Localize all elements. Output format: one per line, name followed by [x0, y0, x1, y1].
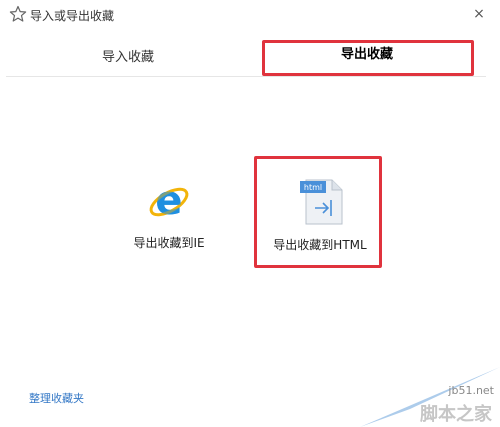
- tab-label: 导入收藏: [101, 50, 154, 65]
- tab-label: 导出收藏: [340, 47, 393, 62]
- export-to-ie-option[interactable]: e e 导出收藏到IE: [124, 176, 214, 258]
- option-label: 导出收藏到IE: [133, 236, 205, 250]
- export-to-html-option[interactable]: html 导出收藏到HTML: [270, 176, 370, 258]
- html-badge-text: html: [304, 183, 322, 192]
- ie-icon: e e: [149, 178, 189, 222]
- tab-bar: 导入收藏 导出收藏: [6, 40, 494, 76]
- svg-text:e: e: [155, 178, 182, 222]
- html-file-icon: html: [300, 179, 343, 225]
- watermark-site: jb51.net: [448, 384, 494, 397]
- option-label: 导出收藏到HTML: [273, 238, 367, 252]
- star-icon: [9, 5, 27, 22]
- tab-export-favorites[interactable]: 导出收藏: [262, 40, 474, 76]
- close-icon: ×: [473, 6, 485, 22]
- watermark-brand: 脚本之家: [420, 404, 492, 425]
- title-bar: 导入或导出收藏 ×: [0, 0, 500, 30]
- tab-divider: [6, 76, 486, 77]
- organize-favorites-link[interactable]: 整理收藏夹: [29, 390, 84, 406]
- tab-import-favorites[interactable]: 导入收藏: [6, 40, 250, 76]
- close-button[interactable]: ×: [470, 4, 488, 24]
- window-title: 导入或导出收藏: [30, 9, 115, 23]
